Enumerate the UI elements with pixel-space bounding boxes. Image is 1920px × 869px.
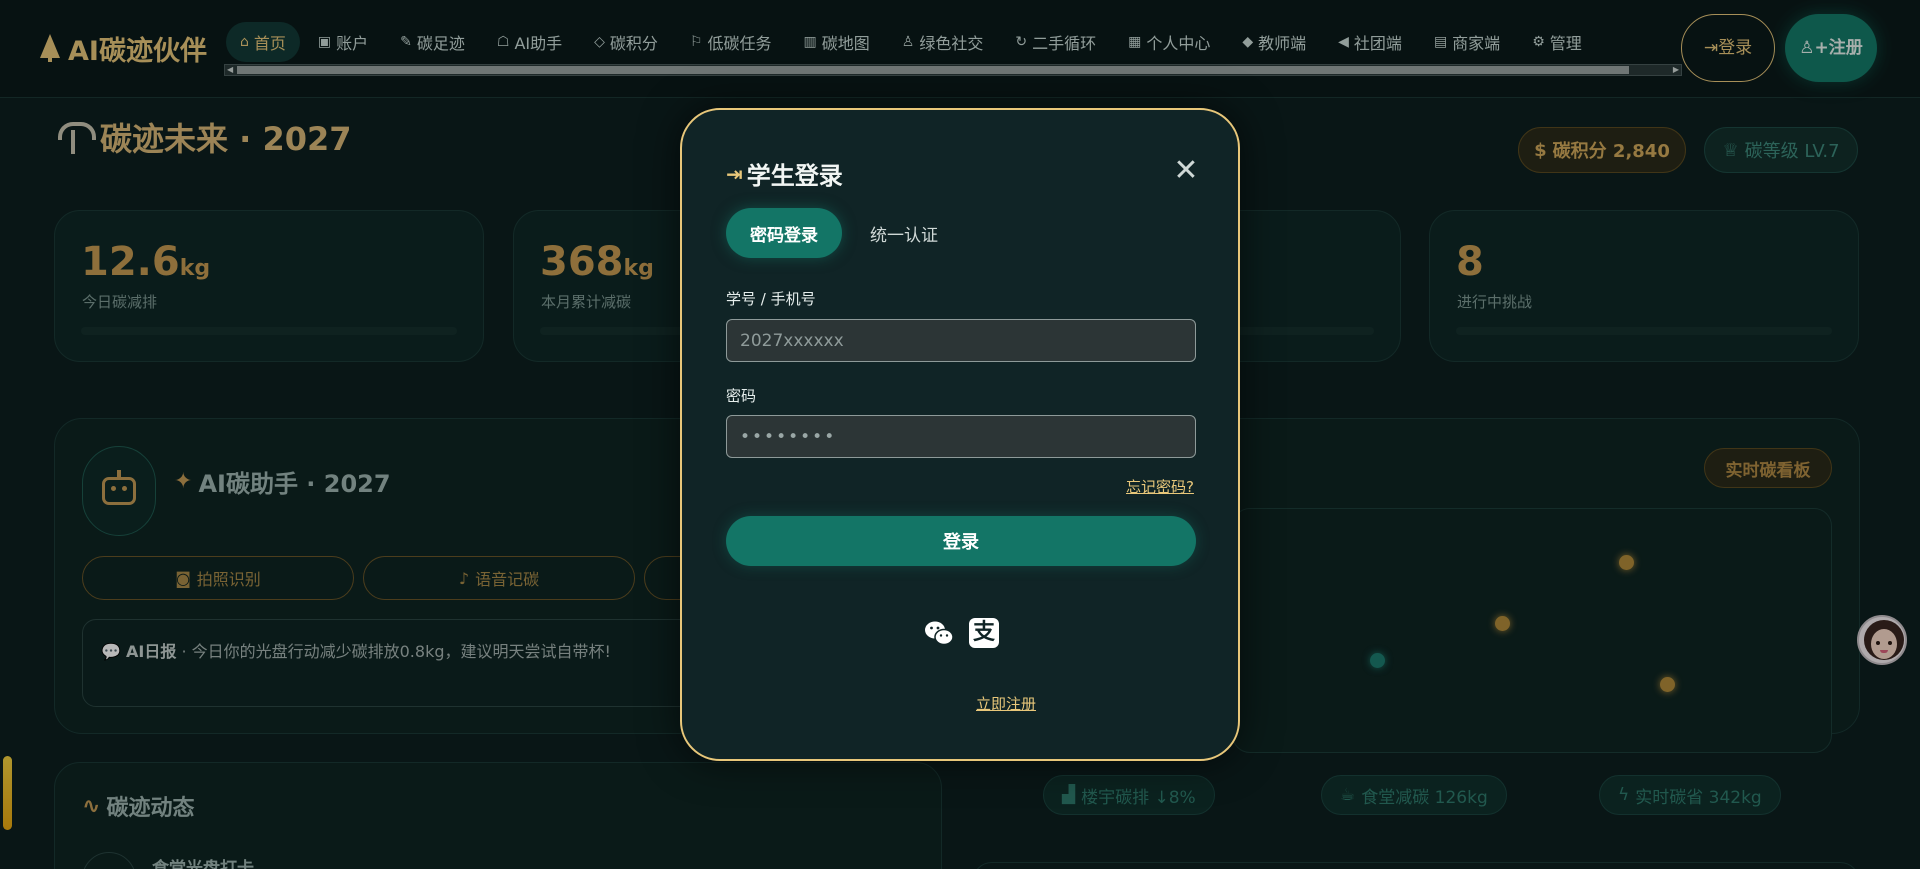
close-icon[interactable]: ✕ (1172, 156, 1200, 186)
alipay-icon[interactable]: 支 (969, 618, 999, 648)
password-input[interactable] (726, 415, 1196, 458)
forgot-password-link[interactable]: 忘记密码? (1126, 476, 1194, 497)
login-icon: ⇥ (726, 161, 743, 186)
password-field-label: 密码 (726, 387, 757, 405)
tab-unified-auth[interactable]: 统一认证 (850, 208, 958, 258)
id-field-label: 学号 / 手机号 (726, 290, 816, 308)
modal-title-text: 学生登录 (746, 162, 843, 190)
tab-password-login[interactable]: 密码登录 (726, 208, 842, 258)
student-login-modal: ⇥ 学生登录 ✕ 密码登录 统一认证 学号 / 手机号 密码 忘记密码? 登录 … (680, 108, 1240, 761)
register-now-link[interactable]: 立即注册 (976, 693, 1036, 714)
modal-title: ⇥ 学生登录 (726, 156, 843, 191)
student-id-input[interactable] (726, 319, 1196, 362)
wechat-icon[interactable] (924, 620, 954, 648)
login-submit-button[interactable]: 登录 (726, 516, 1196, 566)
